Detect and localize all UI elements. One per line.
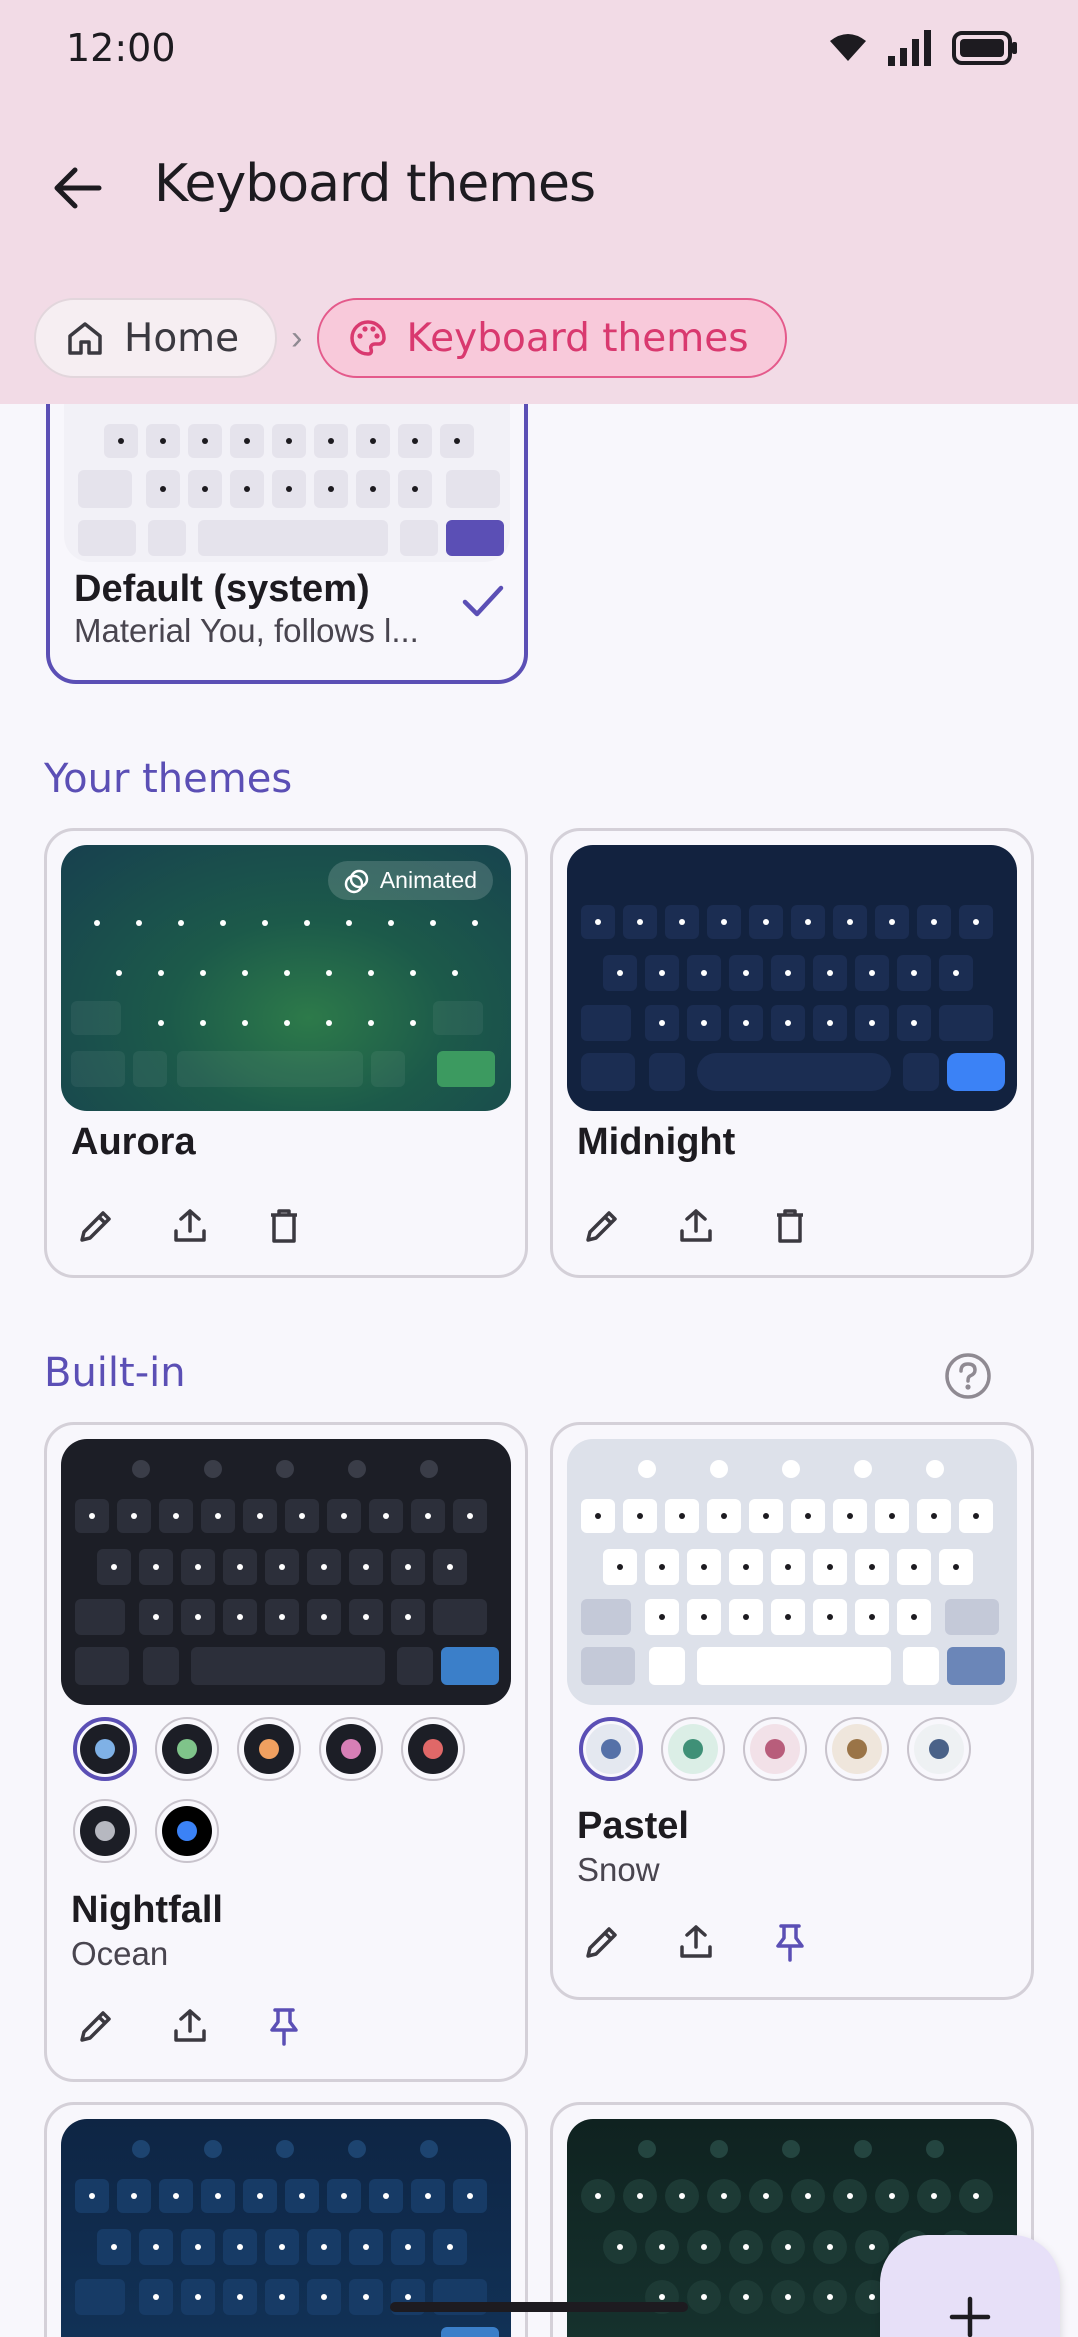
variant-swatch[interactable]	[155, 1717, 219, 1781]
edit-icon	[586, 1927, 617, 1958]
theme-name: Aurora	[71, 1121, 196, 1163]
share-icon	[174, 2009, 206, 2042]
status-time: 12:00	[66, 26, 176, 70]
theme-card-default[interactable]: Default (system) Material You, follows l…	[46, 404, 528, 684]
section-built-in: Built-in	[44, 1350, 186, 1396]
breadcrumb-current[interactable]: Keyboard themes	[316, 298, 787, 378]
variant-swatch[interactable]	[661, 1717, 725, 1781]
share-button[interactable]	[165, 2001, 215, 2051]
edit-button[interactable]	[71, 1201, 121, 1251]
animated-badge: Animated	[327, 861, 493, 900]
theme-name: Pastel	[577, 1805, 689, 1847]
keyboard-preview-pastel	[567, 1439, 1017, 1705]
variant-swatch[interactable]	[743, 1717, 807, 1781]
signal-icon	[888, 30, 931, 66]
delete-icon	[777, 1209, 803, 1243]
edit-icon	[80, 1211, 111, 1242]
share-button[interactable]	[671, 1917, 721, 1967]
theme-actions	[577, 1201, 815, 1251]
status-icons	[828, 30, 1018, 66]
palette-icon	[349, 320, 386, 356]
back-arrow-icon	[54, 167, 102, 209]
keyboard-preview-midnight	[567, 845, 1017, 1111]
keyboard-preview-aurora: Animated	[61, 845, 511, 1111]
theme-actions	[71, 1201, 309, 1251]
delete-button[interactable]	[259, 1201, 309, 1251]
color-variants	[73, 1717, 493, 1863]
top-app-bar-area: 12:00 Keyboard themes Home › Keyboard th…	[0, 0, 1078, 404]
theme-name: Default (system)	[74, 568, 370, 610]
edit-button[interactable]	[577, 1917, 627, 1967]
theme-card-midnight[interactable]: Midnight	[550, 828, 1034, 1278]
breadcrumb-separator: ›	[291, 318, 303, 357]
variant-swatch[interactable]	[825, 1717, 889, 1781]
share-icon	[174, 1209, 206, 1242]
share-icon	[680, 1209, 712, 1242]
edit-button[interactable]	[71, 2001, 121, 2051]
edit-icon	[80, 2011, 111, 2042]
breadcrumb-home-label: Home	[124, 315, 240, 361]
theme-name: Midnight	[577, 1121, 736, 1163]
pin-button[interactable]	[765, 1917, 815, 1967]
edit-icon	[586, 1211, 617, 1242]
status-bar: 12:00	[0, 0, 1078, 100]
app-bar: Keyboard themes	[0, 130, 1078, 240]
share-button[interactable]	[165, 1201, 215, 1251]
pin-icon	[776, 1924, 804, 1962]
help-icon	[945, 1353, 991, 1399]
wifi-icon	[830, 34, 866, 61]
delete-button[interactable]	[765, 1201, 815, 1251]
animation-icon	[344, 869, 369, 893]
breadcrumb: Home › Keyboard themes	[34, 298, 787, 378]
breadcrumb-current-label: Keyboard themes	[406, 315, 749, 361]
animated-badge-label: Animated	[379, 867, 477, 893]
check-icon	[462, 585, 504, 617]
page-title: Keyboard themes	[154, 154, 596, 214]
back-button[interactable]	[40, 150, 116, 226]
variant-swatch[interactable]	[73, 1799, 137, 1863]
variant-swatch[interactable]	[907, 1717, 971, 1781]
help-button[interactable]	[940, 1348, 996, 1404]
theme-list[interactable]: Default (system) Material You, follows l…	[0, 404, 1078, 2337]
theme-subtitle: Material You, follows l...	[74, 612, 419, 649]
theme-name: Nightfall	[71, 1889, 223, 1931]
add-icon	[949, 2296, 991, 2337]
add-theme-button[interactable]	[880, 2235, 1060, 2337]
pin-icon	[270, 2008, 298, 2046]
variant-swatch[interactable]	[401, 1717, 465, 1781]
share-icon	[680, 1925, 712, 1958]
theme-actions	[577, 1917, 815, 1967]
color-variants	[579, 1717, 1019, 1781]
variant-swatch[interactable]	[237, 1717, 301, 1781]
edit-button[interactable]	[577, 1201, 627, 1251]
theme-actions	[71, 2001, 309, 2051]
breadcrumb-home[interactable]: Home	[34, 298, 278, 378]
share-button[interactable]	[671, 1201, 721, 1251]
battery-icon	[952, 31, 1017, 65]
theme-card-nightfall[interactable]: Nightfall Ocean	[44, 1422, 528, 2082]
section-your-themes: Your themes	[44, 756, 293, 802]
variant-swatch[interactable]	[579, 1717, 643, 1781]
theme-variant: Snow	[577, 1851, 660, 1888]
variant-swatch[interactable]	[319, 1717, 383, 1781]
theme-card-aurora[interactable]: Animated Aurora	[44, 828, 528, 1278]
keyboard-preview-default	[64, 404, 510, 562]
theme-card-pastel[interactable]: Pastel Snow	[550, 1422, 1034, 2000]
theme-variant: Ocean	[71, 1935, 169, 1972]
gesture-nav-handle[interactable]	[390, 2302, 688, 2312]
home-icon	[68, 322, 102, 355]
variant-swatch[interactable]	[155, 1799, 219, 1863]
variant-swatch[interactable]	[73, 1717, 137, 1781]
pin-button[interactable]	[259, 2001, 309, 2051]
delete-icon	[271, 1209, 297, 1243]
keyboard-preview-nightfall	[61, 1439, 511, 1705]
